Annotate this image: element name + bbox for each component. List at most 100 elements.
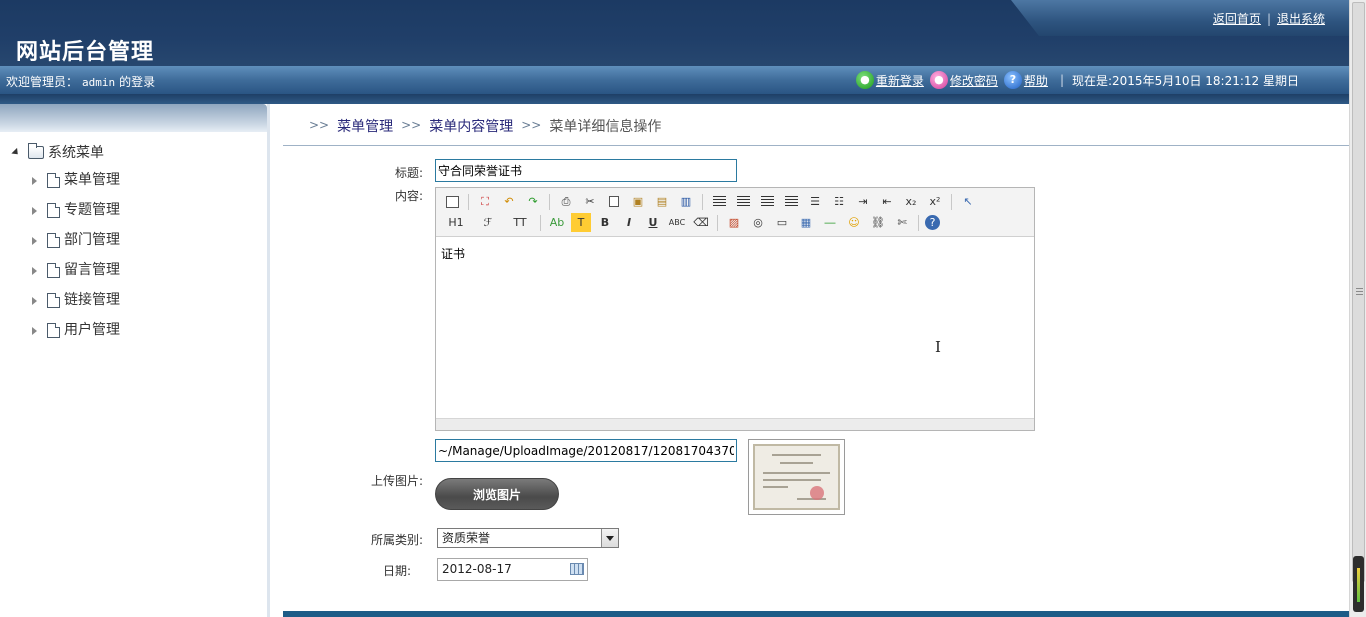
content-label: 内容: [395,189,424,203]
link-icon[interactable]: ⛓ [868,213,888,232]
welcome-prefix: 欢迎管理员： [6,75,79,89]
home-link[interactable]: 返回首页 [1213,12,1261,26]
italic-button[interactable]: I [619,213,639,232]
align-right-icon[interactable] [757,192,777,211]
scrollbar-grip [1356,288,1363,295]
insert-image-icon[interactable]: ▨ [724,213,744,232]
calendar-icon[interactable] [570,563,584,575]
relogin-link[interactable]: 重新登录 [876,72,924,89]
browse-image-button[interactable]: 浏览图片 [435,478,559,510]
header: 返回首页 | 退出系统 网站后台管理 [0,0,1349,66]
sidebar-item-users[interactable]: 用户管理 [0,314,267,344]
editor-resize-bar[interactable] [436,418,1034,430]
eraser-icon[interactable]: ⌫ [691,213,711,232]
sidebar-item-links[interactable]: 链接管理 [0,284,267,314]
sidebar: 系统菜单 菜单管理 专题管理 部门管理 留言管理 链接管理 用户管理 [0,104,270,617]
folder-icon [28,142,44,159]
subscript-icon[interactable]: x₂ [901,192,921,211]
strikethrough-button[interactable]: ABC [667,213,687,232]
sidebar-item-messages[interactable]: 留言管理 [0,254,267,284]
expand-arrow-icon[interactable] [11,147,21,157]
insert-table-icon[interactable]: ▦ [796,213,816,232]
source-icon[interactable] [442,192,462,211]
font-size-button[interactable]: TT [506,213,534,232]
change-password-link[interactable]: 修改密码 [950,72,998,89]
insert-media-icon[interactable]: ▭ [772,213,792,232]
site-title: 网站后台管理 [16,39,155,65]
status-bar: 欢迎管理员： admin 的登录 ● 重新登录 ● 修改密码 ? 帮助 | 现在是:… [0,66,1349,94]
sidebar-item-label: 留言管理 [64,262,120,278]
logout-link[interactable]: 退出系统 [1277,12,1325,26]
collapse-arrow-icon[interactable] [32,177,37,185]
document-icon [47,203,60,218]
bold-button[interactable]: B [595,213,615,232]
align-left-icon[interactable] [709,192,729,211]
category-select[interactable]: 资质荣誉 [437,528,619,548]
undo-icon[interactable]: ↶ [499,192,519,211]
print-icon[interactable]: ⎙ [556,192,576,211]
collapse-arrow-icon[interactable] [32,267,37,275]
unlink-icon[interactable]: ✄ [892,213,912,232]
toolbar-row-1: ⛶ ↶ ↷ ⎙ ✂ ▣ ▤ ▥ ☰ ☷ ⇥ ⇤ x₂ x² ↖ [442,191,1028,212]
toolbar-separator [717,214,718,231]
redo-icon[interactable]: ↷ [523,192,543,211]
collapse-arrow-icon[interactable] [32,327,37,335]
cut-icon[interactable]: ✂ [580,192,600,211]
ordered-list-icon[interactable]: ☰ [805,192,825,211]
document-icon [47,323,60,338]
page: 返回首页 | 退出系统 网站后台管理 欢迎管理员： admin 的登录 ● 重新登录 ●… [0,0,1366,617]
tree-root[interactable]: 系统菜单 [0,140,267,164]
emoticon-icon[interactable]: ☺ [844,213,864,232]
help-button[interactable]: ? [925,215,940,230]
text-cursor-icon: I [935,338,941,356]
breadcrumb-arrow: >> [401,118,422,132]
copy-icon[interactable] [604,192,624,211]
align-center-icon[interactable] [733,192,753,211]
paste-icon[interactable]: ▣ [628,192,648,211]
toolbar-row-2: H1 ℱ TT Ab T B I U ABC ⌫ ▨ ◎ ▭ ▦ ― ☺ ⛓ ✄… [442,212,1028,233]
toolbar-separator [918,214,919,231]
align-justify-icon[interactable] [781,192,801,211]
horizontal-rule-icon[interactable]: ― [820,213,840,232]
date-field[interactable]: 2012-08-17 [437,558,588,581]
link-separator: | [1266,12,1271,26]
select-all-icon[interactable]: ↖ [958,192,978,211]
certificate-thumbnail[interactable] [748,439,845,515]
insert-flash-icon[interactable]: ◎ [748,213,768,232]
category-selected: 资质荣誉 [442,531,491,545]
help-link[interactable]: 帮助 [1024,72,1048,89]
vertical-scrollbar[interactable] [1349,0,1366,617]
certificate-image [753,444,840,510]
font-family-button[interactable]: ℱ [474,213,502,232]
toolbar-separator [951,193,952,210]
image-path-input[interactable] [435,439,737,462]
breadcrumb-content-management[interactable]: 菜单内容管理 [429,116,513,136]
editor-content[interactable]: 证书 [436,237,1034,418]
chevron-down-icon[interactable] [601,529,618,547]
title-input[interactable] [435,159,737,182]
collapse-arrow-icon[interactable] [32,207,37,215]
editor-toolbar: ⛶ ↶ ↷ ⎙ ✂ ▣ ▤ ▥ ☰ ☷ ⇥ ⇤ x₂ x² ↖ H1 ℱ TT … [436,188,1034,237]
sidebar-item-label: 链接管理 [64,292,120,308]
collapse-arrow-icon[interactable] [32,237,37,245]
breadcrumb-menu-management[interactable]: 菜单管理 [337,116,393,136]
sidebar-item-topics[interactable]: 专题管理 [0,194,267,224]
scrollbar-thumb[interactable] [1352,2,1365,582]
document-icon [47,263,60,278]
sidebar-item-departments[interactable]: 部门管理 [0,224,267,254]
outdent-icon[interactable]: ⇤ [877,192,897,211]
paste-word-icon[interactable]: ▥ [676,192,696,211]
collapse-arrow-icon[interactable] [32,297,37,305]
indent-icon[interactable]: ⇥ [853,192,873,211]
highlight-button[interactable]: T [571,213,591,232]
lock-icon: ● [929,71,948,89]
text-color-button[interactable]: Ab [547,213,567,232]
paste-text-icon[interactable]: ▤ [652,192,672,211]
toolbar-separator [540,214,541,231]
unordered-list-icon[interactable]: ☷ [829,192,849,211]
superscript-icon[interactable]: x² [925,192,945,211]
underline-button[interactable]: U [643,213,663,232]
fullscreen-icon[interactable]: ⛶ [475,192,495,211]
sidebar-item-menu[interactable]: 菜单管理 [0,164,267,194]
heading-button[interactable]: H1 [442,213,470,232]
